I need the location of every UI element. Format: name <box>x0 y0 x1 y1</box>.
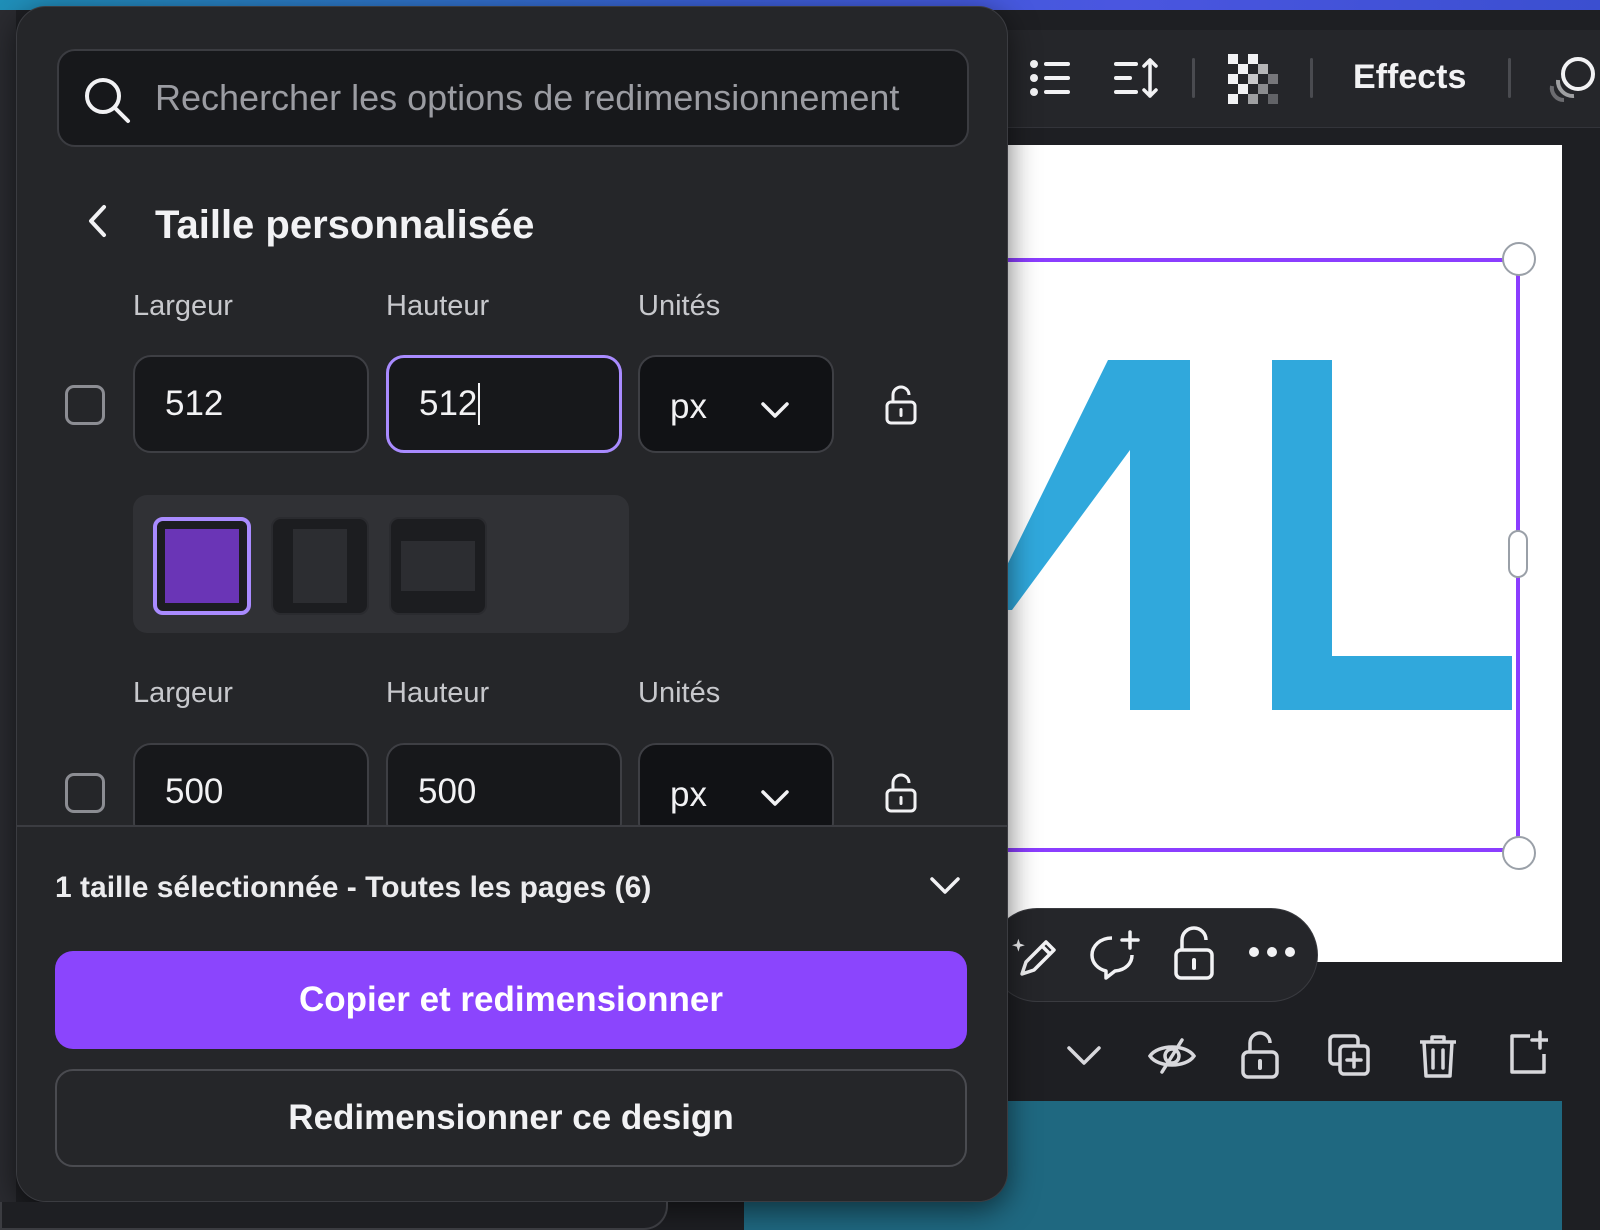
panel-footer: 1 taille sélectionnée - Toutes les pages… <box>17 825 1007 1201</box>
width-label: Largeur <box>133 677 233 709</box>
search-box[interactable] <box>57 49 969 147</box>
aspect-lock-icon[interactable] <box>885 773 917 813</box>
width-label: Largeur <box>133 290 233 322</box>
height-value-1: 512 <box>419 384 478 423</box>
selection-box <box>980 258 1520 852</box>
chevron-down-icon <box>760 777 790 817</box>
toolbar-divider <box>1310 58 1313 98</box>
size-row-1-checkbox[interactable] <box>65 385 105 425</box>
magic-edit-icon[interactable] <box>1010 932 1060 982</box>
search-input[interactable] <box>155 65 955 131</box>
list-icon[interactable] <box>1028 56 1072 100</box>
ratio-portrait-button[interactable] <box>271 517 369 615</box>
height-label: Hauteur <box>386 290 490 322</box>
comment-add-icon[interactable] <box>1088 930 1140 982</box>
resize-handle-right[interactable] <box>1508 530 1528 578</box>
lock-icon[interactable] <box>1172 926 1216 982</box>
chevron-down-icon[interactable] <box>1066 1044 1102 1068</box>
page-title: Taille personnalisée <box>155 203 535 247</box>
search-icon <box>83 76 131 128</box>
text-caret <box>478 383 481 425</box>
copy-and-resize-button[interactable]: Copier et redimensionner <box>55 951 967 1049</box>
toolbar-divider <box>1508 58 1511 98</box>
back-chevron-icon[interactable] <box>75 199 119 243</box>
effects-button[interactable]: Effects <box>1353 58 1466 97</box>
units-label: Unités <box>638 290 721 322</box>
selection-summary[interactable]: 1 taille sélectionnée - Toutes les pages… <box>55 871 651 905</box>
hide-icon[interactable] <box>1148 1036 1196 1076</box>
line-spacing-icon[interactable] <box>1112 56 1160 100</box>
resize-this-design-button[interactable]: Redimensionner ce design <box>55 1069 967 1167</box>
ratio-landscape-button[interactable] <box>389 517 487 615</box>
ratio-square-button[interactable] <box>153 517 251 615</box>
height-value-2: 500 <box>418 772 477 811</box>
resize-handle-bottom-right[interactable] <box>1502 836 1536 870</box>
chevron-down-icon <box>760 389 790 429</box>
units-select-1[interactable]: px <box>638 355 834 453</box>
animate-icon[interactable] <box>1544 54 1596 106</box>
duplicate-icon[interactable] <box>1328 1034 1372 1078</box>
left-sidebar-edge <box>0 10 16 1230</box>
landscape-icon <box>401 541 475 591</box>
width-value-1: 512 <box>165 384 224 423</box>
portrait-icon <box>293 529 347 603</box>
chevron-down-icon[interactable] <box>929 875 961 901</box>
height-label: Hauteur <box>386 677 490 709</box>
units-value-2: px <box>670 775 707 814</box>
trash-icon[interactable] <box>1418 1034 1458 1080</box>
units-value-1: px <box>670 387 707 426</box>
transparency-icon[interactable] <box>1228 54 1280 106</box>
aspect-lock-icon[interactable] <box>885 385 917 425</box>
height-input-1[interactable]: 512 <box>386 355 622 453</box>
lock-icon[interactable] <box>1240 1030 1280 1080</box>
more-icon[interactable] <box>1248 944 1296 960</box>
add-page-icon[interactable] <box>1508 1030 1548 1076</box>
ratio-presets <box>133 495 629 633</box>
units-label: Unités <box>638 677 721 709</box>
square-icon <box>165 529 239 603</box>
resize-handle-top-right[interactable] <box>1502 242 1536 276</box>
width-value-2: 500 <box>165 772 224 811</box>
size-row-2-checkbox[interactable] <box>65 773 105 813</box>
resize-panel: Taille personnalisée Largeur Hauteur Uni… <box>16 6 1008 1202</box>
width-input-1[interactable]: 512 <box>133 355 369 453</box>
sidebar-bottom-edge <box>0 1202 668 1230</box>
toolbar-divider <box>1192 58 1195 98</box>
